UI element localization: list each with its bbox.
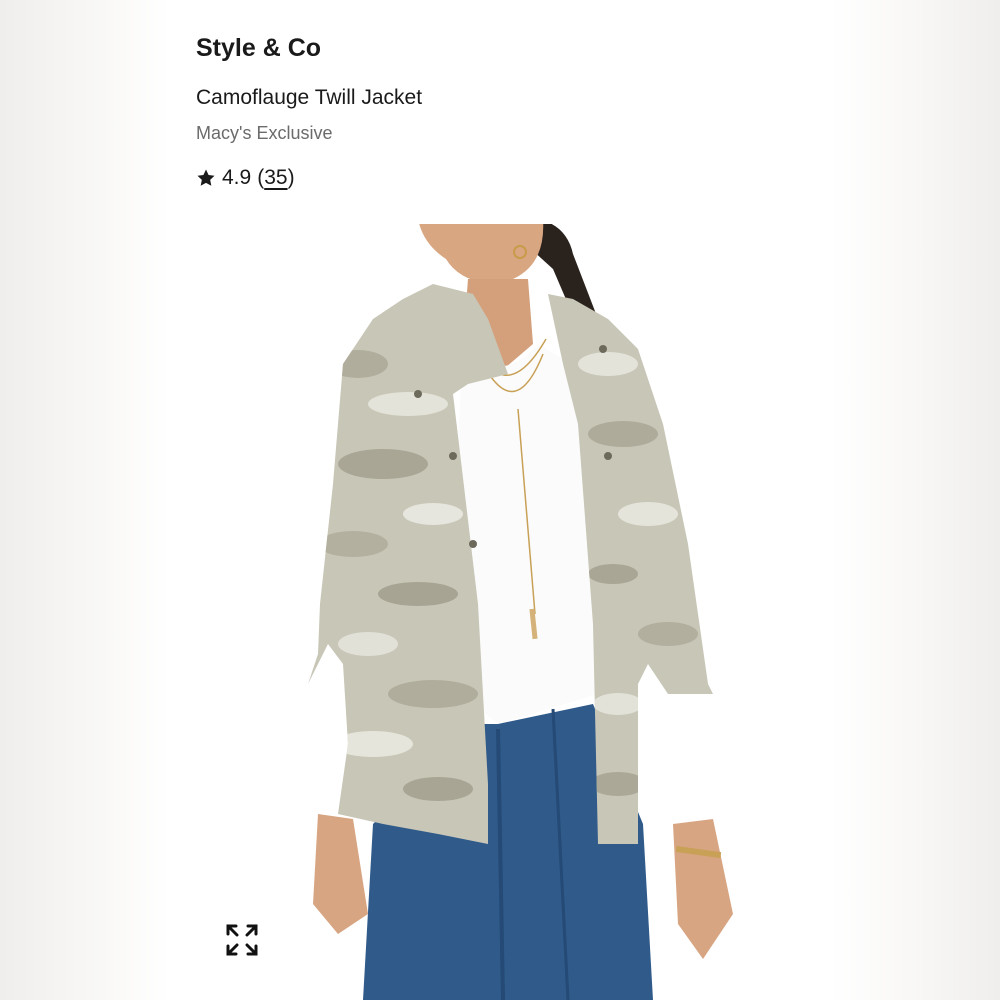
- brand-name[interactable]: Style & Co: [196, 34, 321, 63]
- exclusive-label: Macy's Exclusive: [196, 123, 333, 143]
- product-image[interactable]: [168, 224, 832, 1000]
- rating-value: 4.9: [222, 166, 252, 189]
- product-name: Camoflauge Twill Jacket: [196, 86, 423, 109]
- expand-icon[interactable]: [222, 920, 262, 960]
- star-icon: [196, 168, 216, 188]
- review-count-link[interactable]: (35): [257, 166, 294, 190]
- review-count[interactable]: 35: [264, 166, 287, 189]
- product-rating: 4.9 (35): [196, 166, 295, 190]
- product-panel: Style & Co Camoflauge Twill Jacket Macy'…: [168, 0, 832, 1000]
